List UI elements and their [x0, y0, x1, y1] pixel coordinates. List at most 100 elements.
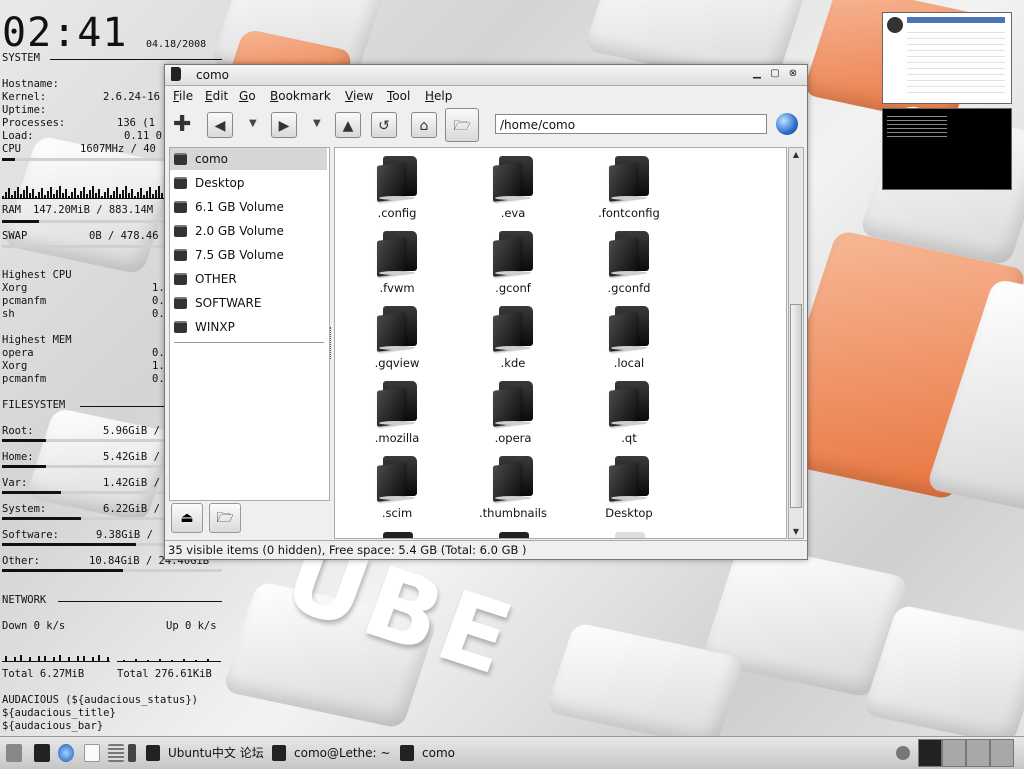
up-speed: Up 0 k/s — [166, 620, 217, 632]
menu-help[interactable]: Help — [425, 89, 452, 103]
side-pane: como Desktop 6.1 GB Volume 2.0 GB Volume 7.5… — [169, 147, 330, 501]
file-name: .config — [377, 206, 417, 220]
file-item[interactable]: .scim — [349, 454, 445, 526]
drive-icon — [174, 177, 187, 189]
status-bar: 35 visible items (0 hidden), Free space:… — [165, 540, 807, 558]
swap-value: 0B / 478.46 — [89, 230, 159, 242]
file-item[interactable]: .opera — [465, 379, 561, 451]
process-cpu: 1. — [152, 282, 165, 294]
folder-icon — [377, 306, 417, 352]
sidebar-item-winxp[interactable]: WINXP — [170, 316, 327, 338]
maximize-button[interactable]: ▢ — [769, 68, 781, 80]
scroll-up-arrow[interactable]: ▲ — [789, 148, 803, 161]
file-name: .opera — [494, 431, 532, 445]
file-item[interactable]: .gconf — [465, 229, 561, 301]
processes-value: 136 (1 — [117, 117, 155, 129]
menu-view[interactable]: View — [345, 89, 373, 103]
text-editor-launcher-icon[interactable] — [84, 744, 100, 762]
file-item[interactable]: .config — [349, 154, 445, 226]
hostname-label: Hostname: — [2, 78, 59, 90]
file-manager-launcher-icon[interactable] — [34, 744, 50, 762]
open-folder-button[interactable]: 🗁 — [445, 108, 479, 142]
drive-icon — [174, 249, 187, 261]
back-button[interactable]: ◀ — [207, 112, 233, 138]
up-button[interactable]: ▲ — [335, 112, 361, 138]
terminal-preview-content — [887, 113, 947, 137]
process-name: pcmanfm — [2, 373, 47, 385]
sidebar-item-7-5-gb-volume[interactable]: 7.5 GB Volume — [170, 244, 327, 266]
location-input[interactable]: /home/como — [495, 114, 767, 134]
menu-bookmark[interactable]: Bookmark — [270, 89, 331, 103]
places-view-button[interactable]: ⏏ — [171, 503, 203, 533]
reload-button[interactable]: ↺ — [371, 112, 397, 138]
workspace-3[interactable] — [966, 739, 990, 767]
workspace-preview-1[interactable] — [882, 12, 1012, 104]
file-item[interactable]: .kde — [465, 304, 561, 376]
sidebar-item-label: SOFTWARE — [195, 296, 262, 310]
total-down: Total 6.27MiB — [2, 668, 85, 680]
sidebar-item-2-0-gb-volume[interactable]: 2.0 GB Volume — [170, 220, 327, 242]
folder-icon — [377, 456, 417, 502]
file-item[interactable]: .fvwm — [349, 229, 445, 301]
workspace-1[interactable] — [918, 739, 942, 767]
folder-icon — [493, 306, 533, 352]
title-bar[interactable]: como ▁ ▢ ⊗ — [165, 65, 807, 86]
back-history-dropdown[interactable]: ▼ — [249, 118, 257, 129]
minimize-button[interactable]: ▁ — [751, 68, 763, 80]
filesystem-usage: 9.38GiB / — [96, 529, 153, 541]
file-item[interactable]: .eva — [465, 154, 561, 226]
menu-file[interactable]: File — [173, 89, 193, 103]
file-item[interactable]: .fontconfig — [581, 154, 677, 226]
filesystem-label: Var: — [2, 477, 28, 489]
total-up: Total 276.61KiB — [117, 668, 212, 680]
forward-button[interactable]: ▶ — [271, 112, 297, 138]
menu-go[interactable]: Go — [239, 89, 256, 103]
filesystem-label: Root: — [2, 425, 34, 437]
file-item[interactable]: .gconfd — [581, 229, 677, 301]
workspace-preview-2[interactable] — [882, 108, 1012, 190]
file-name: .gconf — [495, 281, 531, 295]
menu-tool[interactable]: Tool — [387, 89, 410, 103]
file-item[interactable]: Desktop — [581, 454, 677, 526]
file-item[interactable]: .mozilla — [349, 379, 445, 451]
file-name: .mozilla — [374, 431, 420, 445]
workspace-4[interactable] — [990, 739, 1014, 767]
scroll-down-arrow[interactable]: ▼ — [789, 525, 803, 538]
globe-icon[interactable] — [776, 113, 798, 135]
network-icon[interactable] — [108, 744, 124, 762]
folder-icon — [377, 381, 417, 427]
vertical-scrollbar[interactable]: ▲ ▼ — [788, 147, 804, 539]
audacious-status: AUDACIOUS (${audacious_status}) — [2, 694, 198, 706]
sidebar-item-other[interactable]: OTHER — [170, 268, 327, 290]
audacious-title: ${audacious_title} — [2, 707, 116, 719]
file-item[interactable]: .thumbnails — [465, 454, 561, 526]
browser-launcher-icon[interactable] — [58, 744, 74, 762]
filesystem-bar — [2, 569, 222, 572]
scroll-thumb[interactable] — [790, 304, 802, 508]
divider — [174, 342, 324, 343]
forward-history-dropdown[interactable]: ▼ — [313, 118, 321, 129]
file-manager-window: como ▁ ▢ ⊗ File Edit Go Bookmark View Tool Hel… — [164, 64, 808, 560]
drag-handle-icon: ✚ — [173, 112, 192, 137]
sidebar-item-como[interactable]: como — [170, 148, 327, 170]
sidebar-item-desktop[interactable]: Desktop — [170, 172, 327, 194]
file-item[interactable]: .local — [581, 304, 677, 376]
filesystem-label: Software: — [2, 529, 59, 541]
filesystem-usage: 1.42GiB / — [103, 477, 160, 489]
app-icon — [272, 745, 286, 761]
sidebar-item-software[interactable]: SOFTWARE — [170, 292, 327, 314]
menu-icon[interactable] — [6, 744, 22, 762]
opera-icon — [887, 17, 903, 33]
home-button[interactable]: ⌂ — [411, 112, 437, 138]
workspace-2[interactable] — [942, 739, 966, 767]
file-item[interactable]: .qt — [581, 379, 677, 451]
sidebar-item-label: OTHER — [195, 272, 237, 286]
close-button[interactable]: ⊗ — [787, 68, 799, 80]
sidebar-item-6-1-gb-volume[interactable]: 6.1 GB Volume — [170, 196, 327, 218]
menu-edit[interactable]: Edit — [205, 89, 228, 103]
task-label: como@Lethe: ~ — [294, 746, 391, 760]
file-item[interactable]: .gqview — [349, 304, 445, 376]
volume-icon[interactable] — [896, 746, 910, 760]
tree-view-button[interactable]: 🗁 — [209, 503, 241, 533]
drive-icon — [174, 201, 187, 213]
